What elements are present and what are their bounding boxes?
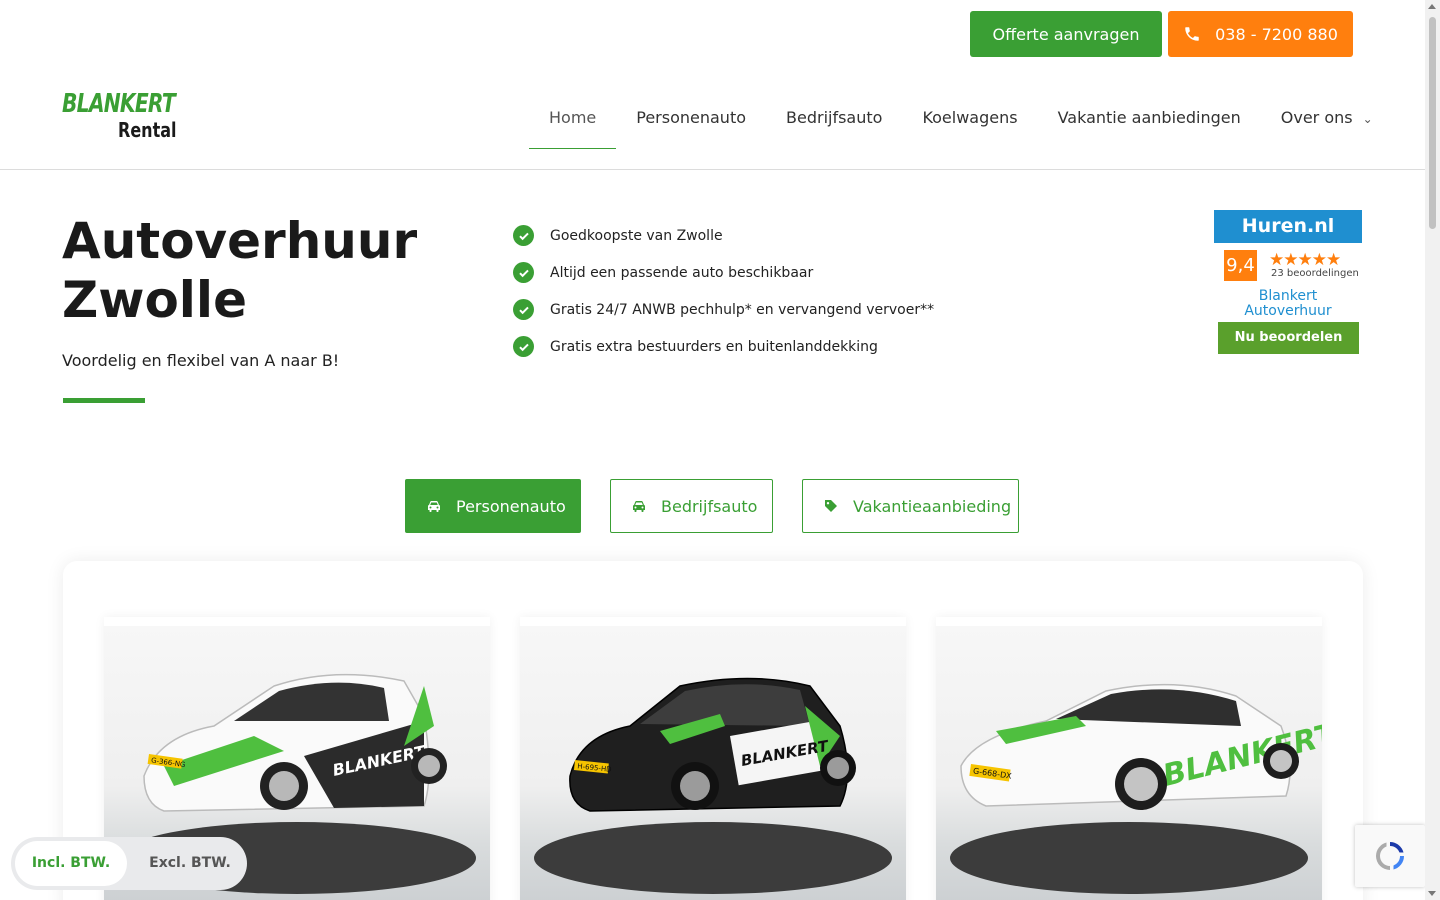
- usp-item: Gratis extra bestuurders en buitenlandde…: [513, 328, 934, 365]
- star-rating-icon: ★★★★★: [1269, 250, 1341, 270]
- phone-number-label: 038 - 7200 880: [1215, 24, 1338, 44]
- car-icon: [428, 501, 440, 512]
- usp-item: Goedkoopste van Zwolle: [513, 217, 934, 254]
- usp-item: Gratis 24/7 ANWB pechhulp* en vervangend…: [513, 291, 934, 328]
- chevron-down-icon: ⌄: [1362, 112, 1373, 126]
- page-title: Autoverhuur Zwolle: [62, 212, 482, 330]
- check-circle-icon: [513, 336, 534, 357]
- page-title-line-2: Zwolle: [62, 271, 247, 329]
- tag-icon: [825, 500, 837, 512]
- huren-company-line-1: Blankert: [1258, 288, 1318, 304]
- review-now-button[interactable]: Nu beoordelen: [1218, 322, 1359, 354]
- huren-review-widget[interactable]: Huren.nl 9,4 ★★★★★ 23 beoordelingen Blan…: [1214, 210, 1362, 356]
- car-icon: [633, 501, 645, 512]
- car-white-sedan-image: BLANKERT G-668-DX: [960, 683, 1322, 810]
- huren-company-line-2: Autoverhuur: [1244, 303, 1332, 319]
- tab-bedrijfsauto[interactable]: Bedrijfsauto: [610, 479, 773, 533]
- top-action-bar: Offerte aanvragen 038 - 7200 880: [970, 11, 1353, 57]
- tab-personenauto[interactable]: Personenauto: [405, 479, 581, 533]
- nav-item-personenauto[interactable]: Personenauto: [616, 95, 766, 149]
- car-photo: BLANKERT H-695-HD: [520, 626, 906, 900]
- car-card[interactable]: BLANKERT G-668-DX: [936, 617, 1322, 900]
- recaptcha-icon: [1376, 842, 1404, 870]
- nav-item-over-ons-label: Over ons: [1280, 108, 1353, 127]
- phone-button[interactable]: 038 - 7200 880: [1168, 11, 1353, 57]
- usp-item: Altijd een passende auto beschikbaar: [513, 254, 934, 291]
- huren-brand: Huren.nl: [1214, 210, 1362, 243]
- quote-request-button[interactable]: Offerte aanvragen: [970, 11, 1162, 57]
- check-circle-icon: [513, 299, 534, 320]
- huren-score-badge: 9,4: [1224, 250, 1257, 281]
- blankert-logo[interactable]: BLANKERT Rental: [62, 89, 177, 145]
- car-listing-panel: BLANKERT G-366-NG BLANKERT H-695-HD BLAN…: [63, 561, 1363, 900]
- main-navigation: Home Personenauto Bedrijfsauto Koelwagen…: [529, 95, 1393, 149]
- scroll-down-arrow-icon[interactable]: [1428, 891, 1436, 896]
- tab-personenauto-label: Personenauto: [456, 496, 566, 516]
- nav-item-koelwagens[interactable]: Koelwagens: [902, 95, 1037, 149]
- vat-toggle: Incl. BTW. Excl. BTW.: [11, 837, 247, 890]
- check-circle-icon: [513, 225, 534, 246]
- hero-accent-bar: [63, 398, 145, 403]
- car-photo: BLANKERT G-668-DX: [936, 626, 1322, 900]
- logo-line-2: Rental: [118, 118, 177, 142]
- hero-subtitle: Voordelig en flexibel van A naar B!: [62, 351, 340, 370]
- usp-text: Altijd een passende auto beschikbaar: [550, 264, 814, 281]
- page-scrollbar[interactable]: [1425, 0, 1440, 900]
- usp-text: Goedkoopste van Zwolle: [550, 227, 723, 244]
- car-black-city-image: BLANKERT H-695-HD: [569, 677, 856, 812]
- huren-review-count: 23 beoordelingen: [1271, 268, 1359, 279]
- tab-vakantieaanbieding-label: Vakantieaanbieding: [853, 496, 1012, 516]
- nav-item-vakantie-aanbiedingen[interactable]: Vakantie aanbiedingen: [1038, 95, 1261, 149]
- usp-list: Goedkoopste van Zwolle Altijd een passen…: [513, 217, 934, 365]
- category-tabs: Personenauto Bedrijfsauto Vakantieaanbie…: [405, 479, 1019, 533]
- usp-text: Gratis extra bestuurders en buitenlandde…: [550, 338, 878, 355]
- nav-item-home[interactable]: Home: [529, 95, 617, 149]
- huren-company-name: Blankert Autoverhuur: [1214, 289, 1362, 319]
- vat-excl-option[interactable]: Excl. BTW.: [137, 841, 243, 886]
- vat-incl-option[interactable]: Incl. BTW.: [15, 841, 127, 886]
- nav-item-bedrijfsauto[interactable]: Bedrijfsauto: [766, 95, 902, 149]
- page-title-line-1: Autoverhuur: [62, 212, 418, 270]
- tab-vakantieaanbieding[interactable]: Vakantieaanbieding: [802, 479, 1019, 533]
- phone-icon: [1185, 27, 1199, 41]
- check-circle-icon: [513, 262, 534, 283]
- recaptcha-badge[interactable]: [1355, 825, 1425, 887]
- scroll-up-arrow-icon[interactable]: [1428, 4, 1436, 9]
- usp-text: Gratis 24/7 ANWB pechhulp* en vervangend…: [550, 301, 935, 318]
- header-divider: [0, 169, 1425, 170]
- car-card[interactable]: BLANKERT H-695-HD: [520, 617, 906, 900]
- tab-bedrijfsauto-label: Bedrijfsauto: [661, 496, 758, 516]
- scrollbar-thumb[interactable]: [1429, 17, 1436, 229]
- logo-line-1: BLANKERT: [62, 89, 176, 119]
- nav-item-over-ons[interactable]: Over ons ⌄: [1261, 95, 1393, 149]
